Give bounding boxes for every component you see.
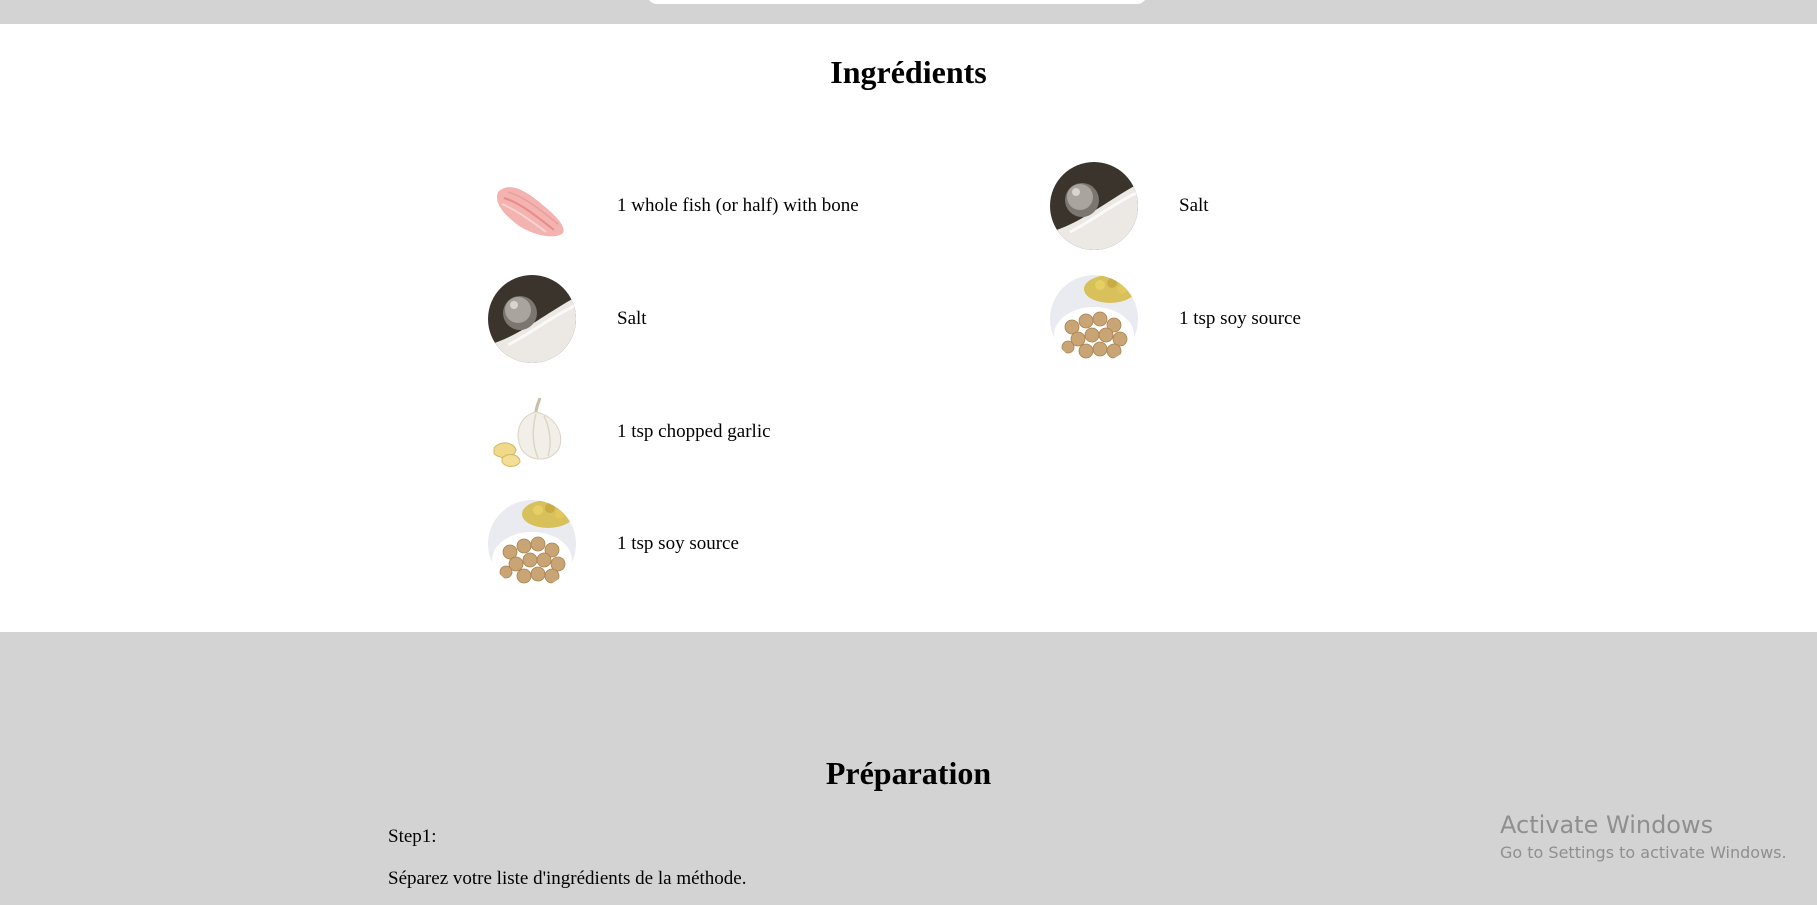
ingredient-label: 1 tsp soy source	[1179, 308, 1301, 329]
ingredient-label: 1 whole fish (or half) with bone	[617, 195, 859, 216]
ingredients-title: Ingrédients	[830, 54, 987, 90]
ingredient-item: Salt	[488, 275, 647, 363]
salt-image	[1050, 162, 1138, 250]
top-band	[0, 0, 1817, 24]
soybeans-image	[488, 500, 576, 588]
ingredient-item: 1 tsp soy source	[1050, 275, 1301, 363]
watermark-subtitle: Go to Settings to activate Windows.	[1500, 843, 1787, 862]
step-label: Step1:	[388, 826, 437, 847]
activate-windows-watermark: Activate Windows Go to Settings to activ…	[1500, 810, 1787, 864]
preparation-title: Préparation	[825, 755, 992, 791]
preparation-section: Préparation Step1: Séparez votre liste d…	[0, 632, 1817, 905]
ingredient-item: 1 tsp soy source	[488, 500, 739, 588]
soybeans-image	[1050, 275, 1138, 363]
watermark-title: Activate Windows	[1500, 811, 1714, 839]
ingredient-label: 1 tsp soy source	[617, 533, 739, 554]
ingredient-label: Salt	[617, 308, 647, 329]
header-card-bottom-edge	[647, 0, 1147, 4]
garlic-image	[488, 388, 576, 476]
ingredient-label: Salt	[1179, 195, 1209, 216]
ingredient-item: 1 tsp chopped garlic	[488, 388, 771, 476]
step-text: Séparez votre liste d'ingrédients de la …	[388, 868, 747, 889]
fish-fillet-image	[488, 162, 576, 250]
ingredient-label: 1 tsp chopped garlic	[617, 421, 771, 442]
salt-image	[488, 275, 576, 363]
ingredient-item: 1 whole fish (or half) with bone	[488, 162, 859, 250]
ingredients-section: Ingrédients 1 whole fish (or half) with …	[0, 24, 1817, 632]
ingredient-item: Salt	[1050, 162, 1209, 250]
